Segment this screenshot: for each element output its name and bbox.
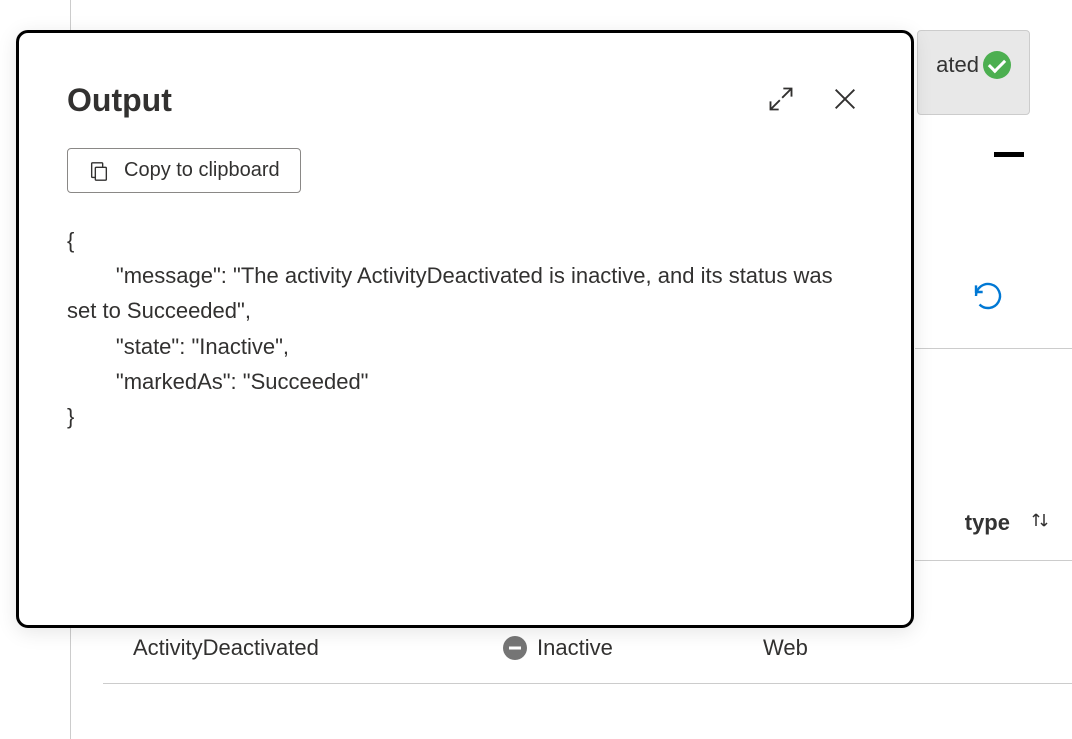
dialog-controls: [763, 81, 863, 120]
validation-status-box: ated: [917, 30, 1030, 115]
header-divider: [915, 560, 1072, 561]
column-header-label: type: [965, 510, 1010, 536]
json-output-content: { "message": "The activity ActivityDeact…: [67, 223, 863, 434]
validation-status-text: ated: [936, 52, 979, 78]
sort-icon: [1028, 508, 1052, 537]
refresh-button[interactable]: [972, 280, 1004, 317]
table-row[interactable]: ActivityDeactivated Inactive Web: [103, 635, 1072, 684]
row-status-cell: Inactive: [503, 635, 763, 661]
copy-icon: [88, 160, 110, 182]
close-icon: [831, 85, 859, 113]
copy-to-clipboard-button[interactable]: Copy to clipboard: [67, 148, 301, 193]
inactive-status-icon: [503, 636, 527, 660]
output-dialog: Output Copy to clipboard {: [16, 30, 914, 628]
expand-icon: [767, 85, 795, 113]
row-status-text: Inactive: [537, 635, 613, 661]
expand-button[interactable]: [763, 81, 799, 120]
dialog-header: Output: [67, 81, 863, 120]
partial-element: [994, 152, 1024, 157]
column-header-type[interactable]: type: [965, 508, 1052, 537]
check-circle-icon: [983, 51, 1011, 79]
row-divider: [915, 348, 1072, 349]
row-type-text: Web: [763, 635, 808, 661]
dialog-title: Output: [67, 82, 172, 119]
copy-button-label: Copy to clipboard: [124, 159, 280, 182]
close-button[interactable]: [827, 81, 863, 120]
row-activity-name: ActivityDeactivated: [103, 635, 503, 661]
